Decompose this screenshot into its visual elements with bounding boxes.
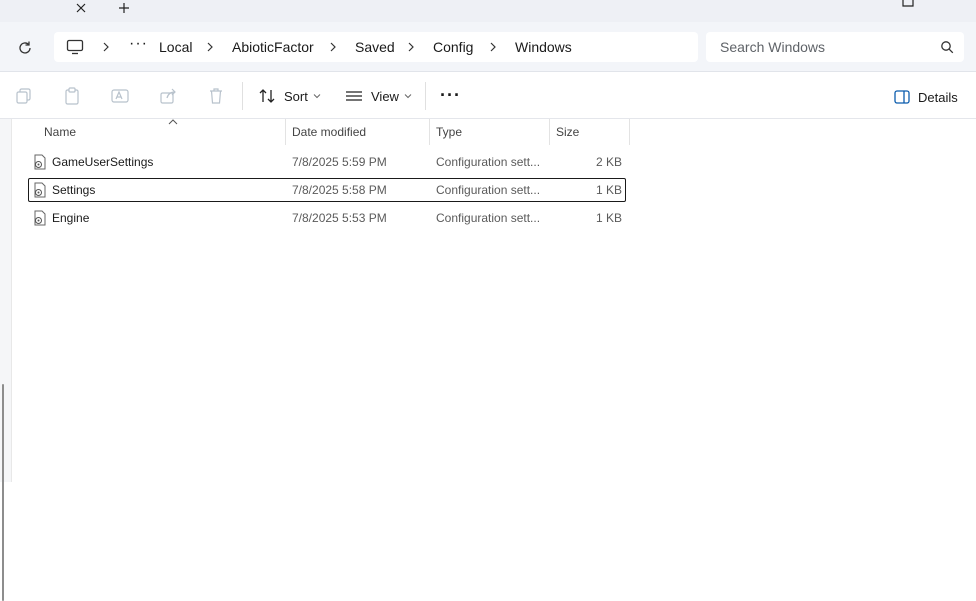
config-file-icon: [34, 210, 46, 226]
view-button[interactable]: View: [345, 84, 412, 108]
file-name: Settings: [52, 183, 96, 197]
file-type: Configuration sett...: [436, 211, 541, 225]
nav-scrollbar[interactable]: [2, 384, 4, 601]
chevron-right-icon[interactable]: [488, 41, 498, 53]
column-divider[interactable]: [285, 119, 286, 145]
search-icon[interactable]: [940, 40, 954, 54]
plus-icon: [119, 3, 129, 13]
breadcrumb-config[interactable]: Config: [433, 39, 473, 55]
file-size: 1 KB: [595, 183, 622, 197]
new-tab-button[interactable]: [115, 0, 133, 16]
column-divider[interactable]: [549, 119, 550, 145]
navigation-pane: [0, 119, 12, 601]
command-bar: Sort View ··· Details: [0, 72, 976, 119]
sort-icon: [259, 89, 275, 103]
sort-label: Sort: [284, 88, 308, 104]
config-file-icon: [34, 154, 46, 170]
paste-icon[interactable]: [62, 86, 82, 106]
maximize-icon: [902, 0, 914, 7]
column-divider[interactable]: [429, 119, 430, 145]
breadcrumb-overflow[interactable]: ···: [129, 35, 148, 53]
address-row: ··· Local AbioticFactor Saved Config Win…: [0, 22, 976, 72]
file-type: Configuration sett...: [436, 155, 541, 169]
details-button[interactable]: Details: [894, 87, 958, 107]
chevron-right-icon[interactable]: [328, 41, 338, 53]
column-date-modified[interactable]: Date modified: [292, 125, 366, 139]
rename-icon[interactable]: [110, 86, 130, 106]
file-date-modified: 7/8/2025 5:59 PM: [292, 155, 387, 169]
details-pane-icon: [894, 90, 910, 104]
maximize-button[interactable]: [902, 0, 914, 7]
file-type: Configuration sett...: [436, 183, 541, 197]
chevron-down-icon: [313, 94, 321, 99]
file-size: 2 KB: [595, 155, 622, 169]
refresh-icon: [19, 41, 31, 54]
table-row[interactable]: GameUserSettings 7/8/2025 5:59 PM Config…: [28, 150, 626, 174]
column-header-row: Name Date modified Type Size: [12, 119, 976, 145]
file-date-modified: 7/8/2025 5:58 PM: [292, 183, 387, 197]
breadcrumb-windows[interactable]: Windows: [515, 39, 572, 55]
file-name: GameUserSettings: [52, 155, 154, 169]
toolbar-divider: [242, 82, 243, 110]
config-file-icon: [34, 182, 46, 198]
more-options-button[interactable]: ···: [440, 85, 461, 106]
column-size[interactable]: Size: [556, 125, 579, 139]
file-name: Engine: [52, 211, 90, 225]
file-date-modified: 7/8/2025 5:53 PM: [292, 211, 387, 225]
search-input[interactable]: [720, 38, 930, 56]
chevron-right-icon[interactable]: [406, 41, 416, 53]
share-icon[interactable]: [158, 86, 178, 106]
title-bar: [0, 0, 976, 22]
column-type[interactable]: Type: [436, 125, 462, 139]
sort-button[interactable]: Sort: [258, 84, 321, 108]
view-list-icon: [346, 91, 362, 101]
column-name[interactable]: Name: [44, 125, 76, 139]
delete-icon[interactable]: [206, 86, 226, 106]
close-tab-button[interactable]: [72, 0, 90, 16]
search-box[interactable]: [706, 32, 964, 62]
breadcrumb-saved[interactable]: Saved: [355, 39, 395, 55]
refresh-button[interactable]: [14, 37, 36, 59]
table-row[interactable]: Settings 7/8/2025 5:58 PM Configuration …: [28, 178, 626, 202]
chevron-right-icon[interactable]: [101, 41, 111, 53]
view-label: View: [371, 88, 399, 104]
close-icon: [76, 3, 86, 13]
chevron-right-icon[interactable]: [205, 41, 215, 53]
table-row[interactable]: Engine 7/8/2025 5:53 PM Configuration se…: [28, 206, 626, 230]
computer-icon[interactable]: [66, 39, 84, 55]
sort-ascending-icon: [168, 119, 178, 125]
file-size: 1 KB: [595, 211, 622, 225]
chevron-down-icon: [404, 94, 412, 99]
toolbar-divider: [425, 82, 426, 110]
breadcrumb-abioticfactor[interactable]: AbioticFactor: [232, 39, 314, 55]
details-label: Details: [918, 89, 958, 105]
address-bar[interactable]: ··· Local AbioticFactor Saved Config Win…: [54, 32, 698, 62]
breadcrumb-local[interactable]: Local: [159, 39, 192, 55]
copy-icon[interactable]: [14, 86, 34, 106]
column-divider[interactable]: [629, 119, 630, 145]
